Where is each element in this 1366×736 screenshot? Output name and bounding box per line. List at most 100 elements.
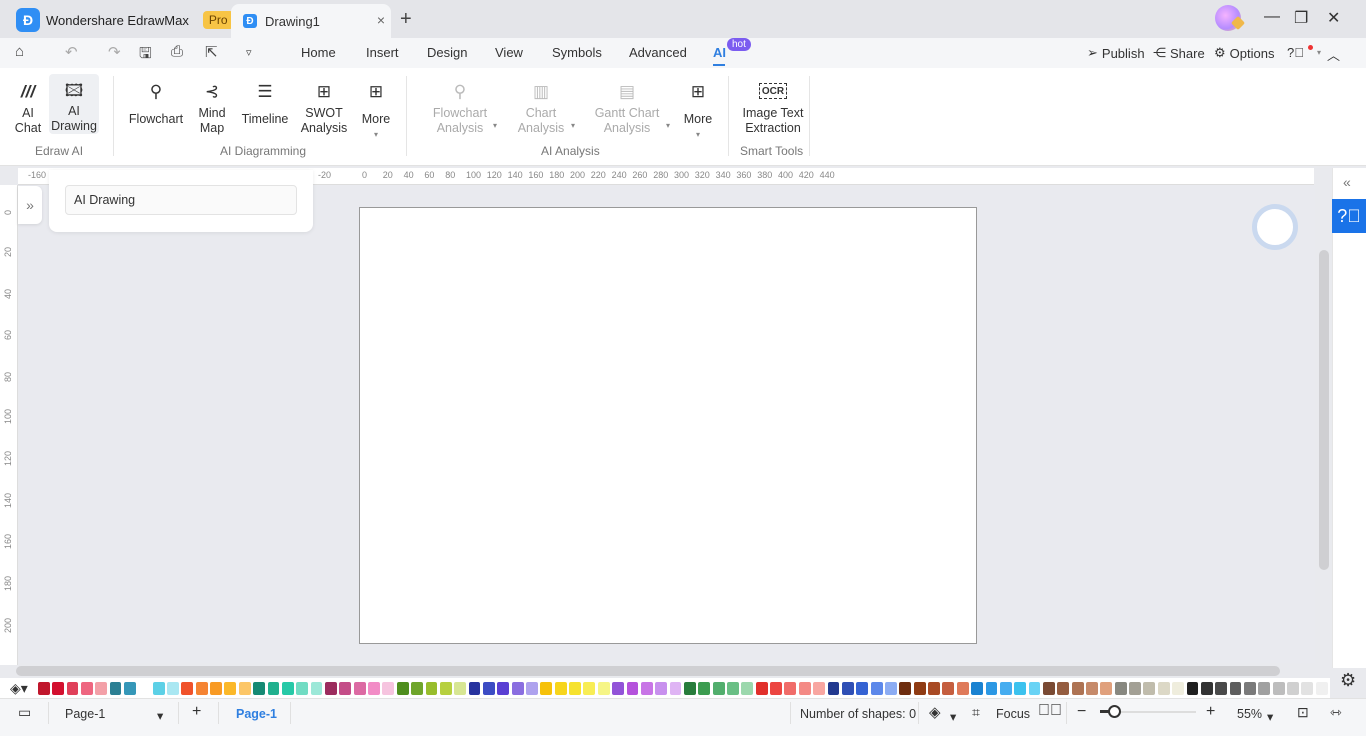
color-swatch[interactable] (1287, 681, 1299, 695)
color-swatch[interactable] (569, 681, 581, 695)
color-swatch[interactable] (339, 681, 352, 695)
color-swatch[interactable] (224, 681, 237, 695)
color-swatch[interactable] (396, 681, 409, 695)
color-swatch[interactable] (1315, 681, 1328, 695)
color-swatch[interactable] (1229, 681, 1242, 695)
chevron-down-icon[interactable]: ▾ (1267, 709, 1273, 724)
color-swatch[interactable] (1114, 681, 1127, 695)
color-swatch[interactable] (640, 681, 653, 695)
redo-icon[interactable]: ↷ (108, 43, 121, 61)
color-swatch[interactable] (253, 681, 266, 695)
chart-analysis-button[interactable]: ▥ Chart Analysis (516, 80, 566, 136)
ai-chat-button[interactable]: /// AI Chat (12, 80, 44, 136)
undo-icon[interactable]: ↶ (65, 43, 78, 61)
color-swatch[interactable] (267, 681, 280, 695)
chevron-down-icon[interactable]: ▾ (571, 121, 575, 130)
color-swatch[interactable] (1272, 681, 1285, 695)
color-swatch[interactable] (870, 681, 883, 695)
color-swatch[interactable] (928, 681, 940, 695)
swot-analysis-button[interactable]: ⊞ SWOT Analysis (300, 80, 348, 136)
share-button[interactable]: ⋲ Share (1153, 45, 1205, 61)
focus-icon[interactable]: ⌗ (972, 704, 980, 721)
color-swatch[interactable] (813, 681, 826, 695)
color-swatch[interactable] (971, 681, 984, 695)
color-swatch[interactable] (238, 681, 251, 695)
color-swatch[interactable] (181, 681, 194, 695)
color-swatch[interactable] (52, 681, 65, 695)
color-swatch[interactable] (210, 681, 222, 695)
color-swatch[interactable] (296, 681, 309, 695)
publish-button[interactable]: ➢ Publish (1087, 45, 1145, 61)
color-swatch[interactable] (683, 681, 696, 695)
options-button[interactable]: ⚙ Options (1214, 45, 1274, 61)
color-swatch[interactable] (727, 681, 739, 695)
help-button[interactable]: ?⃝ (1332, 199, 1366, 233)
fit-width-icon[interactable]: ⇿ (1330, 704, 1342, 721)
focus-button[interactable]: Focus (996, 707, 1030, 721)
more-analysis-button[interactable]: ⊞ More ▾ (682, 80, 714, 142)
color-swatch[interactable] (439, 681, 452, 695)
fit-page-icon[interactable]: ⊡ (1297, 704, 1309, 721)
collapse-right-panel-icon[interactable]: « (1343, 174, 1351, 190)
menu-insert[interactable]: Insert (366, 45, 399, 60)
image-text-extraction-button[interactable]: OCR Image Text Extraction (740, 80, 806, 136)
color-swatch[interactable] (885, 681, 897, 695)
color-swatch[interactable] (382, 681, 395, 695)
color-swatch[interactable] (755, 681, 768, 695)
color-swatch[interactable] (1057, 681, 1070, 695)
color-swatch[interactable] (913, 681, 926, 695)
color-swatch[interactable] (856, 681, 869, 695)
new-tab-button[interactable]: + (400, 8, 412, 31)
chevron-down-icon[interactable]: ▾ (666, 121, 670, 130)
restore-button[interactable]: ❐ (1294, 8, 1308, 28)
color-swatch[interactable] (540, 681, 553, 695)
page-panel-toggle-icon[interactable]: ▭ (18, 704, 31, 721)
drawing-page[interactable] (359, 207, 977, 644)
export-icon[interactable]: ⇱ (205, 43, 218, 61)
color-swatch[interactable] (368, 681, 380, 695)
color-swatch[interactable] (1301, 681, 1314, 695)
pro-badge[interactable]: Pro (202, 11, 234, 29)
menu-symbols[interactable]: Symbols (552, 45, 602, 60)
color-swatch[interactable] (956, 681, 969, 695)
menu-home[interactable]: Home (301, 45, 336, 60)
flowchart-button[interactable]: ⚲ Flowchart (128, 80, 184, 127)
close-window-button[interactable]: ✕ (1327, 8, 1340, 28)
color-swatch[interactable] (37, 681, 50, 695)
color-swatch[interactable] (1014, 681, 1027, 695)
color-swatch[interactable] (281, 681, 294, 695)
color-swatch[interactable] (770, 681, 782, 695)
color-swatch[interactable] (669, 681, 682, 695)
color-swatch[interactable] (468, 681, 481, 695)
menu-design[interactable]: Design (427, 45, 467, 60)
color-swatch[interactable] (95, 681, 108, 695)
color-swatch[interactable] (324, 681, 337, 695)
color-swatch[interactable] (195, 681, 208, 695)
color-swatch[interactable] (597, 681, 610, 695)
menu-ai[interactable]: AI (713, 45, 726, 60)
color-swatch[interactable] (899, 681, 912, 695)
color-swatch[interactable] (109, 681, 122, 695)
color-swatch[interactable] (985, 681, 998, 695)
color-swatch[interactable] (1129, 681, 1141, 695)
more-diagramming-button[interactable]: ⊞ More ▾ (360, 80, 392, 142)
app-tab[interactable]: Ð Wondershare EdrawMax Pro (16, 6, 234, 34)
color-swatch[interactable] (497, 681, 510, 695)
menu-view[interactable]: View (495, 45, 523, 60)
palette-settings-icon[interactable]: ⚙ (1340, 670, 1356, 691)
color-swatch[interactable] (583, 681, 596, 695)
color-swatch[interactable] (1086, 681, 1098, 695)
chevron-down-icon[interactable]: ▾ (493, 121, 497, 130)
color-swatch[interactable] (482, 681, 495, 695)
color-swatch[interactable] (1071, 681, 1084, 695)
color-swatch[interactable] (123, 681, 136, 695)
color-swatch[interactable] (1172, 681, 1185, 695)
color-swatch[interactable] (152, 681, 165, 695)
color-swatch[interactable] (698, 681, 711, 695)
zoom-in-button[interactable]: + (1206, 703, 1215, 721)
color-swatch[interactable] (741, 681, 754, 695)
color-swatch[interactable] (841, 681, 854, 695)
customize-quick-access-icon[interactable]: ▿ (246, 46, 252, 59)
color-swatch[interactable] (526, 681, 538, 695)
zoom-slider-knob[interactable] (1108, 705, 1121, 718)
